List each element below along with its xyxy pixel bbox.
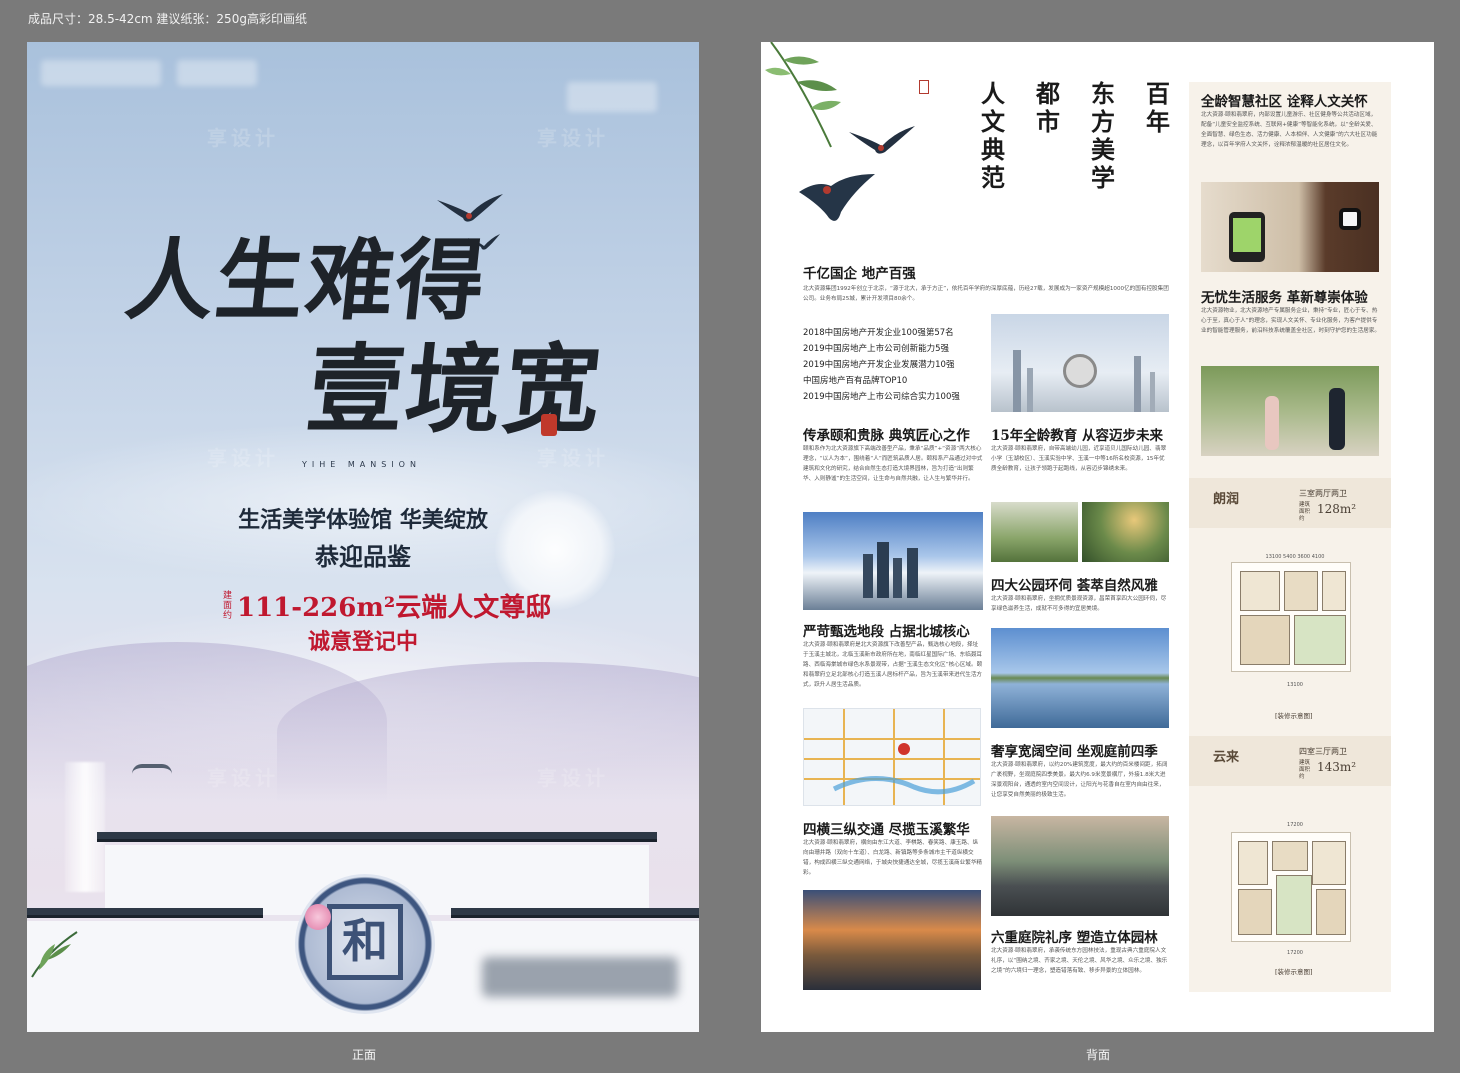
front-caption: 正面 [352, 1048, 377, 1062]
plan2-floorplan [1231, 832, 1351, 942]
traffic-title: 四横三纵交通 尽揽玉溪繁华 [803, 822, 970, 838]
property-service-photo [1201, 366, 1379, 456]
dimension-label: 4100 [1311, 554, 1325, 560]
reading-child-photo [991, 502, 1078, 562]
blurred-contact [482, 957, 678, 997]
registration-text: 诚意登记中 [307, 629, 418, 655]
vertical-heading-2: 东方美学 [1091, 79, 1115, 192]
vertical-heading-1: 百年 [1146, 79, 1170, 136]
area-text: 111-226m²云端人文尊邸 [237, 593, 552, 623]
ranking-item: 2019中国房地产上市公司创新能力5强 [803, 344, 950, 354]
smart-home-photo [1201, 182, 1379, 272]
plan1-dim-top: 13100 5400 3600 4100 [1235, 552, 1355, 562]
location-body: 北大资源·颐和翡翠府是北大资源旗下改善型产品，甄选核心地段，择址于玉溪主城北，北… [803, 642, 983, 688]
parks-title: 四大公园环伺 荟萃自然风雅 [991, 578, 1158, 594]
red-seal-icon [541, 414, 557, 436]
traffic-body: 北大资源·颐和翡翠府，横向由东江大道、李棋路、春笑路、康玉路、纵向由珊井路（双向… [803, 840, 983, 876]
front-poster: 人生难得 壹境宽 YIHE MANSION 生活美学体验馆 华美绽放 恭迎品鉴 … [27, 42, 699, 1032]
space-title: 奢享宽阔空间 坐观庭前四季 [991, 744, 1158, 760]
plan2-name: 云来 [1213, 750, 1240, 765]
city-photo [803, 512, 983, 610]
company-title: 千亿国企 地产百强 [803, 266, 916, 282]
ranking-item: 2018中国房地产开发企业100强第57名 [803, 328, 954, 338]
slogan-line1: 生活美学体验馆 华美绽放 [238, 507, 488, 533]
location-title: 严苛甄选地段 占据北城核心 [803, 624, 970, 640]
plan2-type: 四室三厅两卫 [1299, 747, 1347, 756]
swallow-icon [799, 174, 875, 221]
swallow-icon [849, 126, 915, 154]
plan1-area-label: 建筑面积约 [1299, 502, 1311, 522]
blurred-logo [41, 60, 161, 86]
blurred-logo [567, 82, 657, 112]
dimension-label: 5400 [1283, 554, 1296, 560]
lake-photo [991, 628, 1169, 728]
flower-icon [305, 904, 331, 930]
bamboo-icon [765, 42, 841, 148]
red-seal-icon [919, 80, 929, 94]
park-autumn-photo [1082, 502, 1169, 562]
service-body: 北大资源物业，北大资源地产专属服务企业，秉持“专业，匠心于专、热心于至，真心于人… [1201, 308, 1381, 334]
headline-line2: 壹境宽 [302, 333, 609, 446]
back-caption: 背面 [1086, 1048, 1111, 1062]
service-title: 无忧生活服务 革新尊崇体验 [1201, 290, 1368, 306]
terrace-photo [991, 816, 1169, 916]
watermark: 享设计 [207, 126, 279, 150]
brand-english: YIHE MANSION [302, 460, 421, 469]
plan1-dim-bottom: 13100 [1287, 682, 1303, 688]
plan2-dim-bottom: 17200 [1287, 950, 1303, 956]
plan2-area-label: 建筑面积约 [1299, 760, 1311, 780]
back-poster: 百年 东方美学 都市 人文典范 千亿国企 地产百强 北大资源集团1992年创立于… [761, 42, 1434, 1032]
space-body: 北大资源·颐和翡翠府，以约20%建筑宽度，最大约的百米楼间距，拓阔广袤视野，坐观… [991, 762, 1168, 798]
skyline-photo [991, 314, 1169, 412]
roof-left [27, 908, 263, 918]
watermark: 享设计 [207, 766, 279, 790]
bamboo-leaf-icon [31, 931, 78, 978]
parks-body: 北大资源·颐和翡翠府，坐拥优质景观资源，昌荣首享四大公园环伺，尽享绿色滋养生活，… [991, 596, 1167, 612]
ranking-list: 2018中国房地产开发企业100强第57名 2019中国房地产上市公司创新能力5… [803, 325, 960, 405]
plan2-dim-top: 17200 [1287, 822, 1303, 828]
pavilion-icon [132, 764, 172, 774]
roof-upper [97, 832, 657, 842]
dimension-label: 3600 [1297, 554, 1311, 560]
watermark: 享设计 [537, 126, 609, 150]
print-spec-text: 成品尺寸：28.5-42cm 建议纸张：250g高彩印画纸 [28, 12, 307, 26]
vertical-heading-3: 都市 [1036, 79, 1060, 136]
ranking-item: 2019中国房地产开发企业发展潜力10强 [803, 360, 955, 370]
plan1-floorplan [1231, 562, 1351, 672]
roof-right [451, 908, 699, 918]
dimension-label: 13100 [1265, 554, 1282, 560]
plan2-footer: [装修示意图] [1275, 968, 1313, 976]
area-headline: 建面约 111-226m²云端人文尊邸 [223, 587, 551, 624]
waterfall [65, 762, 105, 892]
courtyard-title: 六重庭院礼序 塑造立体园林 [991, 930, 1158, 946]
ranking-item: 中国房地产百有品牌TOP10 [803, 376, 908, 386]
plan1-area: 128m² [1317, 502, 1357, 516]
community-title: 全龄智慧社区 诠释人文关怀 [1201, 94, 1368, 110]
interchange-photo [803, 890, 981, 990]
watermark: 享设计 [537, 446, 609, 470]
plan2-area: 143m² [1317, 760, 1357, 774]
heritage-body: 颐和系作为北大资源旗下高端改善型产品，秉承“品质”+“资源”两大核心理念，“以人… [803, 446, 983, 482]
heritage-title: 传承颐和贵脉 典筑匠心之作 [803, 428, 970, 444]
plan1-footer: [装修示意图] [1275, 712, 1313, 720]
area-tag: 建面约 [223, 590, 233, 621]
education-body: 北大资源·颐和翡翠府，自带高端幼儿园，近享道贝儿国际幼儿园、翡翠小学（玉湖校区）… [991, 446, 1167, 472]
door-glyph: 和 [327, 904, 403, 980]
company-body: 北大资源集团1992年创立于北京，“源于北大，承于方正”，依托百年学府的深厚底蕴… [803, 286, 1169, 302]
watermark: 享设计 [207, 446, 279, 470]
vertical-heading-4: 人文典范 [981, 79, 1005, 192]
ranking-item: 2019中国房地产上市公司综合实力100强 [803, 392, 960, 402]
watermark: 享设计 [537, 766, 609, 790]
plan1-type: 三室两厅两卫 [1299, 489, 1347, 498]
courtyard-body: 北大资源·颐和翡翠府，承袭传统东方园林技法，重现古典六重庭院人文礼序，以“围纳之… [991, 948, 1168, 974]
blurred-logo [177, 60, 257, 86]
slogan-line2: 恭迎品鉴 [315, 542, 411, 571]
plan1-name: 朗润 [1213, 492, 1240, 507]
location-map-graphic [804, 709, 980, 805]
community-body: 北大资源·颐和翡翠府，内部设置儿童游乐、社区健身等公共活动区域，配备“儿童安全监… [1201, 112, 1378, 148]
location-map [803, 708, 981, 806]
education-title: 15年全龄教育 从容迈步未来 [991, 428, 1163, 444]
